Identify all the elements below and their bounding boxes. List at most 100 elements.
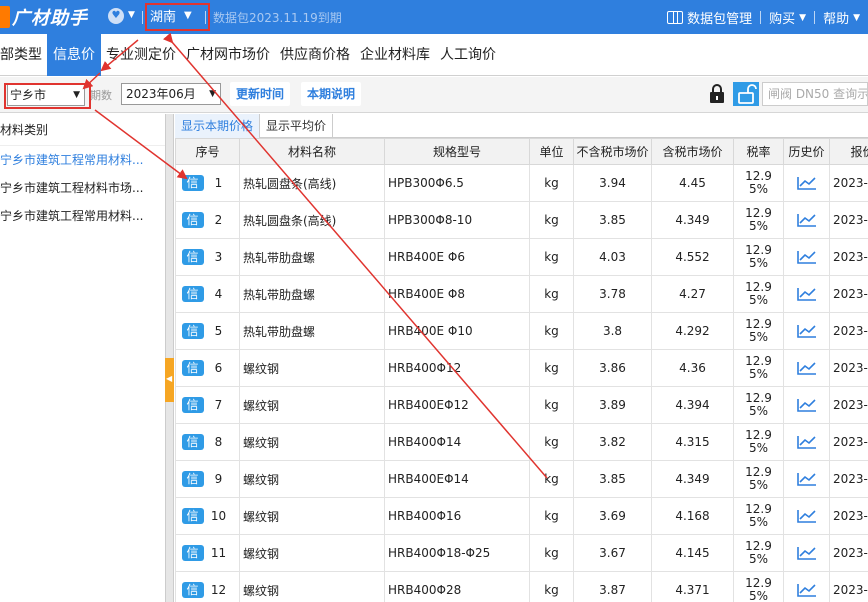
info-badge[interactable]: 信 (181, 286, 204, 302)
table-row[interactable]: 信 8 螺纹钢 HRB400Φ14 kg 3.82 4.315 12.95% 2023- (175, 423, 868, 461)
tab-current-price[interactable]: 显示本期价格 (175, 114, 261, 138)
help-menu[interactable]: 帮助 ▼ (815, 8, 868, 27)
table-row[interactable]: 信 9 螺纹钢 HRB400EΦ14 kg 3.85 4.349 12.95% 2023- (175, 460, 868, 498)
table-row[interactable]: 信 7 螺纹钢 HRB400EΦ12 kg 3.89 4.394 12.95% 2023- (175, 386, 868, 424)
table-row[interactable]: 信 4 热轧带肋盘螺 HRB400E Φ8 kg 3.78 4.27 12.95% 2023- (175, 275, 868, 313)
info-badge[interactable]: 信 (181, 545, 204, 561)
tab-all-types[interactable]: 部类型 (0, 34, 47, 76)
row-number: 4 (214, 287, 223, 301)
quote-date-cell: 2023- (829, 497, 868, 535)
period-note-button[interactable]: 本期说明 (301, 82, 362, 106)
sidebar-header: 材料类别 (0, 114, 165, 146)
column-header[interactable]: 税率 (733, 138, 784, 165)
info-badge[interactable]: 信 (181, 471, 204, 487)
table-row[interactable]: 信 10 螺纹钢 HRB400Φ16 kg 3.69 4.168 12.95% 2023- (175, 497, 868, 535)
trend-chart-icon[interactable] (796, 286, 818, 302)
info-badge[interactable]: 信 (181, 249, 204, 265)
row-number: 11 (210, 546, 227, 560)
tab-info-price[interactable]: 信息价 (47, 34, 101, 76)
tab-supplier-price[interactable]: 供应商价格 (275, 34, 355, 76)
spec-cell: HRB400Φ28 (384, 571, 530, 602)
user-dropdown-arrow-icon[interactable]: ▼ (128, 10, 135, 20)
logo-mark (0, 6, 10, 28)
trend-chart-icon[interactable] (796, 360, 818, 376)
column-header[interactable]: 序号 (175, 138, 240, 165)
tab-average-price[interactable]: 显示平均价 (260, 114, 334, 138)
trend-chart-icon[interactable] (796, 508, 818, 524)
tab-manual-inquiry[interactable]: 人工询价 (435, 34, 501, 76)
trend-chart-icon[interactable] (796, 545, 818, 561)
trend-chart-icon[interactable] (796, 397, 818, 413)
price-cell: 3.67 (573, 534, 652, 572)
category-sidebar: 材料类别 宁乡市建筑工程常用材料... 宁乡市建筑工程材料市场... 宁乡市建筑… (0, 114, 166, 602)
chevron-down-icon: ▼ (799, 12, 807, 23)
sidebar-item[interactable]: 宁乡市建筑工程常用材料... (0, 202, 165, 230)
spec-cell: HPB300Φ6.5 (384, 164, 530, 202)
column-header[interactable]: 材料名称 (239, 138, 385, 165)
trend-chart-icon[interactable] (796, 249, 818, 265)
column-header[interactable]: 含税市场价 (651, 138, 734, 165)
table-row[interactable]: 信 1 热轧圆盘条(高线) HPB300Φ6.5 kg 3.94 4.45 12.95% 202… (175, 164, 868, 202)
sidebar-item[interactable]: 宁乡市建筑工程材料市场... (0, 174, 165, 202)
expire-notice: 数据包2023.11.19到期 (213, 11, 342, 25)
spec-cell: HRB400Φ18-Φ25 (384, 534, 530, 572)
tax-rate-value: 12.95% (745, 169, 772, 196)
column-header[interactable]: 规格型号 (384, 138, 530, 165)
tab-enterprise-library[interactable]: 企业材料库 (355, 34, 435, 76)
tax-rate-value: 12.95% (745, 243, 772, 270)
sidebar-item[interactable]: 宁乡市建筑工程常用材料... (0, 146, 165, 174)
info-badge[interactable]: 信 (181, 175, 204, 191)
price-cell: 3.82 (573, 423, 652, 461)
tab-professional-price[interactable]: 专业测定价 (101, 34, 181, 76)
package-manage-button[interactable]: 数据包管理 (659, 8, 760, 27)
trend-chart-icon[interactable] (796, 434, 818, 450)
info-badge[interactable]: 信 (181, 397, 204, 413)
info-badge[interactable]: 信 (181, 323, 204, 339)
heart-icon[interactable]: ♥ (108, 8, 124, 24)
info-badge[interactable]: 信 (181, 508, 204, 524)
quote-date-cell: 2023- (829, 349, 868, 387)
tax-rate-value: 12.95% (745, 206, 772, 233)
buy-menu[interactable]: 购买 ▼ (761, 8, 814, 27)
info-badge[interactable]: 信 (181, 434, 204, 450)
row-number-cell: 信 10 (175, 497, 240, 535)
table-row[interactable]: 信 12 螺纹钢 HRB400Φ28 kg 3.87 4.371 12.95% 2023- (175, 571, 868, 602)
quote-date-cell: 2023- (829, 312, 868, 350)
tab-market-price[interactable]: 广材网市场价 (181, 34, 275, 76)
table-row[interactable]: 信 5 热轧带肋盘螺 HRB400E Φ10 kg 3.8 4.292 12.95% 2023- (175, 312, 868, 350)
info-badge[interactable]: 信 (181, 212, 204, 228)
unit-cell: kg (529, 460, 574, 498)
trend-chart-icon[interactable] (796, 212, 818, 228)
trend-chart-icon[interactable] (796, 582, 818, 598)
spec-cell: HRB400E Φ8 (384, 275, 530, 313)
collapse-handle[interactable]: ◀ (165, 358, 174, 402)
info-badge[interactable]: 信 (181, 360, 204, 376)
unit-cell: kg (529, 534, 574, 572)
lock-icon[interactable] (706, 83, 728, 105)
table-row[interactable]: 信 2 热轧圆盘条(高线) HPB300Φ8-10 kg 3.85 4.349 12.95% 2… (175, 201, 868, 239)
trend-chart-icon[interactable] (796, 471, 818, 487)
table-row[interactable]: 信 3 热轧带肋盘螺 HRB400E Φ6 kg 4.03 4.552 12.95% 2023- (175, 238, 868, 276)
info-badge[interactable]: 信 (181, 582, 204, 598)
column-header[interactable]: 历史价 (783, 138, 830, 165)
package-icon (667, 11, 684, 24)
price-cell: 3.85 (573, 460, 652, 498)
trend-chart-icon[interactable] (796, 175, 818, 191)
unlock-icon[interactable] (733, 82, 759, 106)
quote-date-cell: 2023- (829, 386, 868, 424)
table-row[interactable]: 信 6 螺纹钢 HRB400Φ12 kg 3.86 4.36 12.95% 2023- (175, 349, 868, 387)
row-number-cell: 信8 (175, 423, 240, 461)
tax-price-cell: 4.552 (651, 238, 734, 276)
table-row[interactable]: 信 11 螺纹钢 HRB400Φ18-Φ25 kg 3.67 4.145 12.95% 2023… (175, 534, 868, 572)
search-input[interactable]: 闸阀 DN50 查询示例 (762, 82, 868, 106)
column-header[interactable]: 单位 (529, 138, 574, 165)
update-time-button[interactable]: 更新时间 (230, 82, 291, 106)
column-header[interactable]: 报价 (829, 138, 868, 165)
column-header[interactable]: 不含税市场价 (573, 138, 652, 165)
title-bar: 广材助手 ♥ ▼ 湖南 ▼ 数据包2023.11.19到期 数据包管理 购买 ▼… (0, 0, 868, 34)
spec-cell: HRB400Φ14 (384, 423, 530, 461)
period-select[interactable]: 2023年06月 ▼ (121, 83, 221, 105)
tax-price-cell: 4.349 (651, 460, 734, 498)
row-number-cell: 信 11 (175, 534, 240, 572)
trend-chart-icon[interactable] (796, 323, 818, 339)
